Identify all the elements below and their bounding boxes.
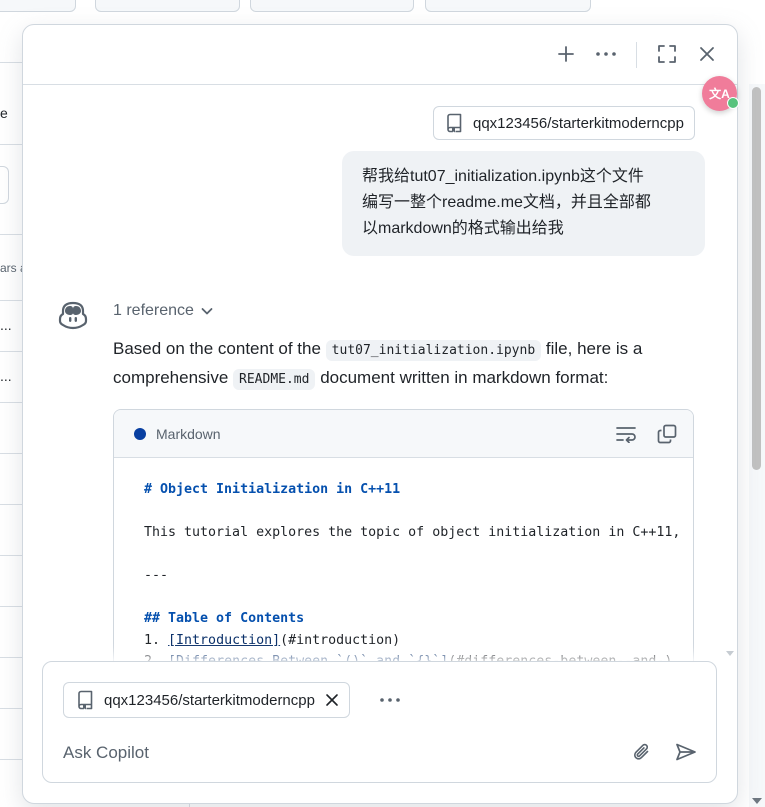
context-chip-label: qqx123456/starterkitmoderncpp [104,691,315,709]
bg-pin-button [0,0,76,12]
repo-icon [78,690,93,710]
bg-divider [0,453,22,454]
close-button[interactable] [695,42,719,66]
bg-fragment: ... [0,317,12,333]
code-line: --- [144,568,169,583]
inline-code-filename: tut07_initialization.ipynb [325,340,542,361]
more-options-button[interactable] [594,42,618,66]
chat-composer: qqx123456/starterkitmoderncpp [42,661,717,783]
repo-chip-label: qqx123456/starterkitmoderncpp [473,114,684,132]
kebab-horizontal-icon [596,52,616,56]
bg-divider [0,708,22,709]
bg-divider [0,504,22,505]
user-message-line: 编写一整个readme.me文档，并且全部都 [362,194,651,211]
panel-header [23,25,737,85]
send-icon [676,743,696,761]
code-block-header: Markdown [114,410,693,458]
code-line: This tutorial explores the topic of obje… [144,525,681,540]
bg-divider [0,657,22,658]
answer-text: document written in markdown format: [315,368,609,387]
background-toolbar [0,0,765,14]
copy-code-button[interactable] [655,422,679,446]
assistant-intro-text: Based on the content of the tut07_initia… [113,335,703,393]
background-file-list: e ars a ... ... [0,14,22,807]
bg-fragment: ars a [0,261,22,275]
answer-text: Based on the content of the [113,339,326,358]
bg-divider [0,62,22,63]
chat-scroll-down-icon[interactable] [726,651,734,656]
references-label: 1 reference [113,302,194,319]
attach-context-more-button[interactable] [376,688,404,712]
bg-divider [0,300,22,301]
bg-fragment: e [0,105,8,121]
bg-box [0,166,9,204]
header-separator [636,42,637,68]
chevron-down-icon [201,308,213,315]
bg-divider [0,234,22,235]
code-token: 1. [144,632,169,648]
code-language-label: Markdown [156,425,221,442]
repository-reference-chip[interactable]: qqx123456/starterkitmoderncpp [433,106,695,140]
wrap-lines-button[interactable] [614,422,638,446]
repo-icon [447,113,462,133]
references-toggle[interactable]: 1 reference [113,302,214,320]
bg-divider [0,555,22,556]
bg-star-button [425,0,591,12]
expand-button[interactable] [655,42,679,66]
bg-watch-button [95,0,240,12]
context-repository-chip[interactable]: qqx123456/starterkitmoderncpp [63,682,350,718]
user-message-line: 以markdown的格式输出给我 [362,220,564,237]
ask-copilot-input[interactable] [63,738,603,768]
bg-divider [0,144,22,145]
close-icon [700,47,714,61]
code-content: # Object Initialization in C++11 This tu… [114,458,693,673]
plus-icon [558,46,574,62]
attach-file-button[interactable] [630,740,654,764]
page-scrollbar-thumb[interactable] [752,87,761,470]
code-line: ## Table of Contents [144,611,305,626]
inline-code-readme: README.md [233,369,316,390]
fullscreen-icon [658,45,676,63]
remove-context-button[interactable] [325,693,339,707]
close-icon [326,694,338,706]
bg-divider [0,351,22,352]
bg-divider [0,402,22,403]
code-line: # Object Initialization in C++11 [144,482,401,497]
scroll-down-arrow-icon[interactable] [752,798,762,804]
language-color-dot [134,427,146,440]
bg-fork-button [250,0,414,12]
user-message-bubble: 帮我给tut07_initialization.ipynb这个文件 编写一整个r… [342,151,705,256]
copy-icon [657,424,677,444]
word-wrap-icon [616,427,636,443]
new-chat-button[interactable] [554,42,578,66]
check-badge-icon [727,97,739,109]
kebab-horizontal-icon [380,698,400,702]
bg-fragment: ... [0,368,12,384]
bg-divider [0,759,22,760]
copilot-avatar-icon [58,301,88,330]
send-button[interactable] [674,740,698,764]
paperclip-icon [633,743,649,760]
code-token: [Introduction] [168,632,281,648]
bg-divider [0,606,22,607]
code-token: (#introduction) [280,632,401,648]
user-message-line: 帮我给tut07_initialization.ipynb这个文件 [362,168,644,185]
